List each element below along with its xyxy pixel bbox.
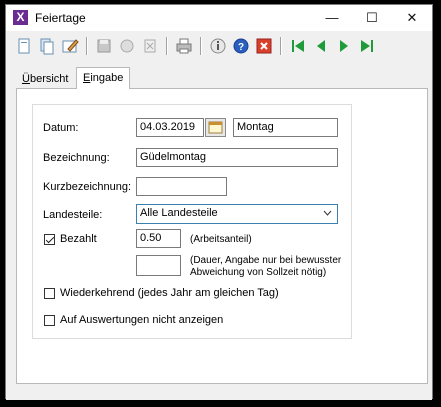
kurzbezeichnung-field[interactable] (136, 177, 227, 196)
toolbar-separator (86, 37, 88, 55)
edit-icon[interactable] (60, 36, 80, 56)
save-icon[interactable] (94, 36, 114, 56)
landesteile-label: Landesteile: (43, 209, 103, 221)
bezeichnung-field[interactable]: Güdelmontag (136, 148, 338, 167)
landesteile-select[interactable]: Alle Landesteile (136, 204, 338, 224)
form-group: Datum: 04.03.2019 Montag Bezeichnung: Gü… (32, 104, 352, 339)
toolbar-separator (280, 37, 282, 55)
anteil-hint: (Arbeitsanteil) (190, 234, 252, 245)
undo-icon[interactable] (117, 36, 137, 56)
kurzbezeichnung-label: Kurzbezeichnung: (43, 181, 132, 193)
wiederkehrend-label: Wiederkehrend (jedes Jahr am gleichen Ta… (60, 287, 279, 299)
copy-icon[interactable] (37, 36, 57, 56)
calendar-icon (208, 121, 223, 134)
datum-field[interactable]: 04.03.2019 (136, 118, 204, 137)
dauer-hint-1: (Dauer, Angabe nur bei bewusster (190, 255, 342, 266)
calendar-button[interactable] (205, 118, 226, 137)
tab-eingabe[interactable]: Eingabe (76, 67, 131, 89)
app-icon: X (13, 10, 28, 25)
toolbar-separator (166, 37, 168, 55)
datum-label: Datum: (43, 122, 79, 134)
bezeichnung-label: Bezeichnung: (43, 152, 110, 164)
toolbar: ? (6, 31, 432, 61)
auswertungen-checkbox[interactable] (44, 315, 55, 326)
print-icon[interactable] (174, 36, 194, 56)
window-title: Feiertage (35, 11, 86, 25)
dauer-hint-2: Abweichung von Sollzeit nötig) (190, 267, 327, 278)
title-bar: X Feiertage — ☐ ✕ (6, 5, 432, 31)
bezahlt-label: Bezahlt (60, 233, 97, 245)
maximize-button[interactable]: ☐ (352, 5, 392, 31)
close-window-button[interactable]: ✕ (392, 5, 432, 31)
svg-text:?: ? (238, 42, 244, 53)
new-icon[interactable] (14, 36, 34, 56)
tab-uebersicht[interactable]: Übersicht (16, 70, 74, 88)
status-area (6, 384, 432, 400)
weekday-field: Montag (233, 118, 338, 137)
next-icon[interactable] (334, 36, 354, 56)
delete-icon[interactable] (140, 36, 160, 56)
anteil-field[interactable]: 0.50 (136, 229, 181, 248)
first-icon[interactable] (288, 36, 308, 56)
toolbar-separator (200, 37, 202, 55)
chevron-down-icon (323, 210, 332, 216)
dauer-field[interactable] (136, 255, 181, 276)
eingabe-panel: Datum: 04.03.2019 Montag Bezeichnung: Gü… (16, 88, 428, 384)
close-icon[interactable] (254, 36, 274, 56)
feiertage-window: X Feiertage — ☐ ✕ ? Übersicht Eingabe Da… (5, 4, 433, 400)
bezahlt-checkbox[interactable] (44, 234, 55, 245)
auswertungen-label: Auf Auswertungen nicht anzeigen (60, 314, 224, 326)
wiederkehrend-checkbox[interactable] (44, 288, 55, 299)
minimize-button[interactable]: — (312, 5, 352, 31)
last-icon[interactable] (357, 36, 377, 56)
prev-icon[interactable] (311, 36, 331, 56)
landesteile-value: Alle Landesteile (140, 207, 218, 219)
info-icon[interactable] (208, 36, 228, 56)
help-icon[interactable]: ? (231, 36, 251, 56)
